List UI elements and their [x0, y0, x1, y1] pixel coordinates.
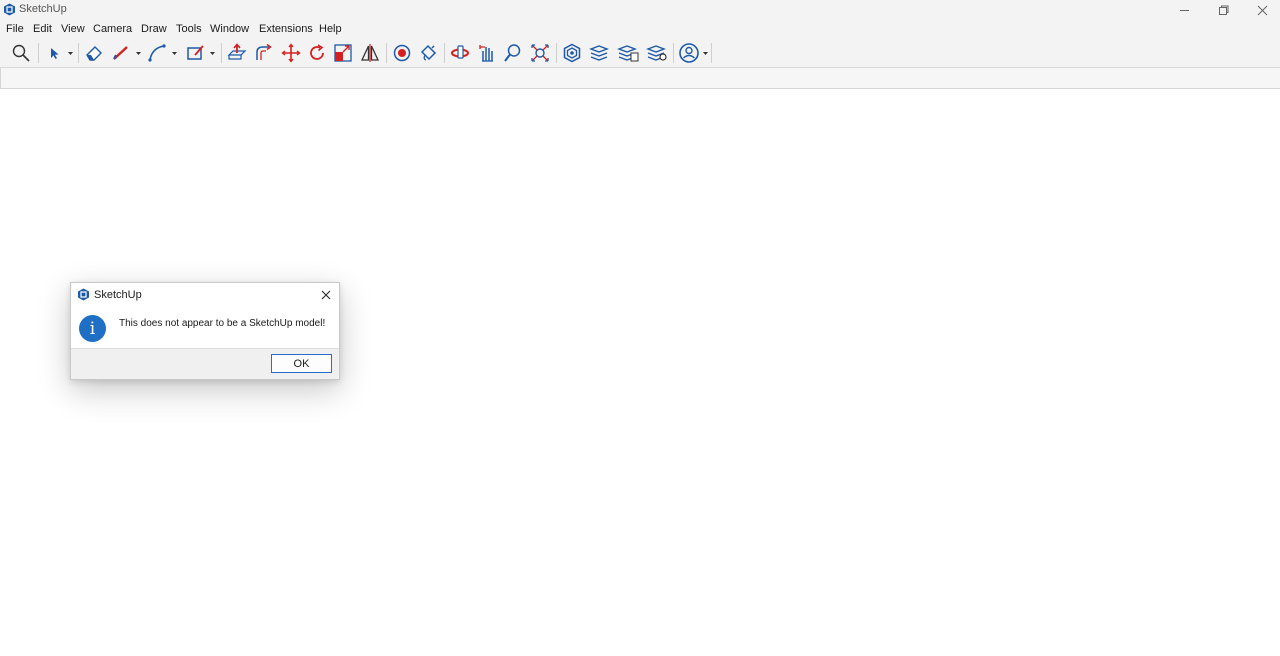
push-pull-tool-button[interactable] [225, 42, 249, 64]
restore-icon [1218, 5, 1228, 15]
account-icon [679, 43, 708, 63]
minimize-icon [1179, 9, 1189, 11]
move-tool-button[interactable] [279, 42, 303, 64]
orbit-tool-button[interactable] [448, 42, 472, 64]
minimize-button[interactable] [1165, 0, 1203, 20]
title-bar: SketchUp [0, 0, 1280, 20]
maximize-button[interactable] [1204, 0, 1242, 20]
paint-bucket-icon [420, 44, 437, 61]
dialog-body: i This does not appear to be a SketchUp … [71, 307, 339, 349]
ok-button[interactable]: OK [271, 354, 332, 373]
pencil-tool-button[interactable] [110, 42, 144, 64]
main-toolbar [0, 38, 1280, 68]
orbit-icon [451, 45, 469, 59]
search-tool-button[interactable] [8, 42, 34, 64]
close-icon [321, 290, 331, 300]
menu-help[interactable]: Help [319, 23, 342, 35]
search-icon [12, 44, 30, 62]
menu-camera[interactable]: Camera [93, 23, 132, 35]
paint-bucket-tool-button[interactable] [416, 42, 440, 64]
scenes-button[interactable] [644, 42, 670, 64]
secondary-toolbar-strip [0, 68, 1280, 89]
pan-icon [479, 45, 493, 62]
menu-draw[interactable]: Draw [141, 23, 167, 35]
message-dialog: SketchUp i This does not appear to be a … [70, 282, 340, 380]
menu-extensions[interactable]: Extensions [259, 23, 313, 35]
dialog-close-button[interactable] [319, 288, 333, 302]
zoom-extents-icon [531, 44, 549, 62]
toolbar-separator [711, 43, 712, 63]
rotate-tool-button[interactable] [305, 42, 329, 64]
menu-window[interactable]: Window [210, 23, 249, 35]
push-pull-icon [227, 43, 247, 60]
info-icon: i [79, 315, 106, 342]
sketchup-logo-icon [78, 288, 89, 301]
arc-tool-button[interactable] [146, 42, 180, 64]
toolbar-separator [444, 43, 445, 63]
dialog-title: SketchUp [94, 289, 142, 301]
outliner-button[interactable] [615, 42, 641, 64]
toolbar-separator [78, 43, 79, 63]
layers-icon [589, 45, 609, 61]
toolbar-separator [673, 43, 674, 63]
menu-tools[interactable]: Tools [176, 23, 202, 35]
toolbar-separator [386, 43, 387, 63]
zoom-extents-tool-button[interactable] [528, 42, 552, 64]
window-title: SketchUp [19, 3, 67, 15]
menu-edit[interactable]: Edit [33, 23, 52, 35]
pan-tool-button[interactable] [475, 42, 499, 64]
follow-me-tool-button[interactable] [252, 42, 276, 64]
flip-tool-button[interactable] [358, 42, 382, 64]
eraser-tool-button[interactable] [82, 42, 106, 64]
account-button[interactable] [677, 42, 713, 64]
sketchup-logo-icon [4, 3, 15, 16]
scale-tool-button[interactable] [331, 42, 355, 64]
eraser-icon [86, 46, 102, 61]
scenes-icon [646, 45, 667, 61]
layers-button[interactable] [587, 42, 611, 64]
toolbar-separator [221, 43, 222, 63]
offset-tool-button[interactable] [390, 42, 414, 64]
menu-view[interactable]: View [61, 23, 85, 35]
shape-icon [187, 45, 215, 60]
offset-icon [393, 44, 411, 62]
select-icon [51, 48, 73, 59]
move-icon [281, 43, 301, 63]
dialog-title-bar: SketchUp [71, 283, 339, 307]
3d-warehouse-button[interactable] [560, 42, 584, 64]
pencil-line-icon [113, 46, 141, 60]
3d-warehouse-icon [563, 43, 581, 63]
toolbar-separator [38, 43, 39, 63]
close-window-button[interactable] [1243, 0, 1280, 20]
rotate-icon [310, 44, 324, 60]
scale-icon [334, 44, 352, 62]
menu-bar: File Edit View Camera Draw Tools Window … [0, 20, 1280, 38]
toolbar-separator [556, 43, 557, 63]
zoom-icon [504, 44, 521, 62]
menu-file[interactable]: File [6, 23, 24, 35]
close-icon [1257, 5, 1267, 15]
follow-me-icon [256, 43, 272, 60]
arc-icon [148, 44, 177, 62]
outliner-icon [617, 45, 639, 62]
dialog-message: This does not appear to be a SketchUp mo… [119, 318, 326, 329]
flip-icon [360, 44, 380, 62]
zoom-tool-button[interactable] [501, 42, 525, 64]
select-tool-button[interactable] [44, 42, 76, 64]
shape-tool-button[interactable] [184, 42, 218, 64]
